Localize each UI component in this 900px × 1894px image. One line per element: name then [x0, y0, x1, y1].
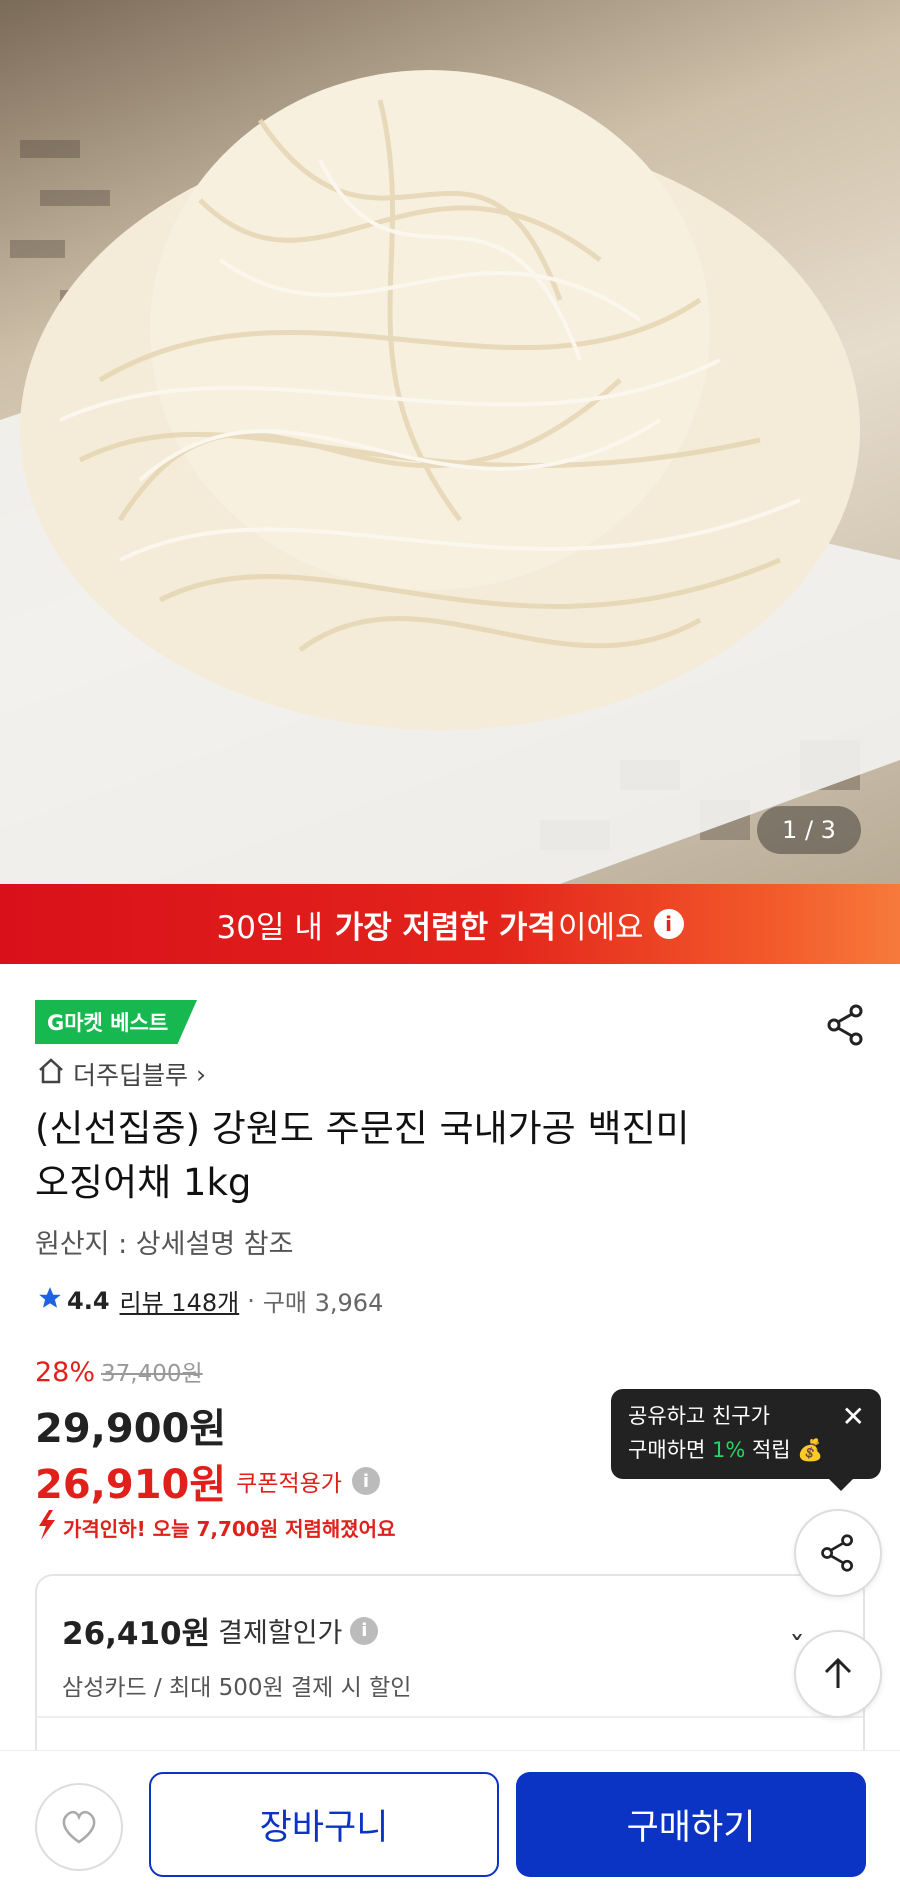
- promo-text-pre: 30일 내: [216, 909, 333, 946]
- product-title: (신선집중) 강원도 주문진 국내가공 백진미 오징어채 1kg: [35, 1102, 825, 1210]
- wishlist-button[interactable]: [35, 1783, 123, 1871]
- tooltip-line2-pre: 구매하면: [628, 1438, 712, 1462]
- lowest-price-banner[interactable]: 30일 내 가장 저렴한 가격 이에요 i: [0, 884, 900, 964]
- promo-text-post: 이에요: [557, 909, 644, 946]
- share-icon: [821, 1534, 853, 1572]
- coupon-price-row: 26,910원 쿠폰적용가 i: [35, 1452, 380, 1510]
- money-bag-icon: 💰: [797, 1438, 824, 1462]
- product-title-line1: (신선집중) 강원도 주문진 국내가공 백진미: [35, 1107, 690, 1150]
- tooltip-line2: 구매하면 1% 적립 💰: [628, 1433, 881, 1467]
- chevron-right-icon: ›: [196, 1059, 207, 1089]
- dried-squid-illustration: [0, 70, 900, 884]
- store-link[interactable]: 더주딥블루 ›: [37, 1056, 206, 1092]
- store-name: 더주딥블루: [73, 1061, 189, 1090]
- discount-row: 28% 37,400원: [35, 1354, 203, 1388]
- price-drop-notice: 가격인하! 오늘 7,700원 저렴해졌어요: [35, 1510, 395, 1545]
- coupon-label: 쿠폰적용가: [236, 1471, 342, 1497]
- tooltip-percent: 1%: [711, 1438, 746, 1462]
- sale-price: 29,900원: [35, 1406, 227, 1452]
- heart-icon: [62, 1810, 96, 1844]
- price-drop-text: 가격인하! 오늘 7,700원 저렴해졌어요: [63, 1517, 396, 1541]
- coupon-price: 26,910원: [35, 1462, 227, 1508]
- down-arrow-icon: [35, 1510, 57, 1545]
- rating-row: 4.4 리뷰 148개 · 구매 3,964: [37, 1283, 383, 1318]
- bottom-action-bar: 장바구니 구매하기: [0, 1750, 900, 1894]
- buy-now-button[interactable]: 구매하기: [516, 1772, 866, 1877]
- card-discount-detail: 삼성카드 / 최대 500원 결제 시 할인: [62, 1675, 412, 1701]
- image-counter: 1 / 3: [757, 806, 861, 854]
- product-title-line2: 오징어채 1kg: [35, 1161, 252, 1204]
- payment-price: 26,410원: [62, 1616, 211, 1652]
- share-icon[interactable]: [826, 1003, 866, 1047]
- share-reward-tooltip: 공유하고 친구가 구매하면 1% 적립 💰 ✕: [611, 1389, 881, 1491]
- add-to-cart-button[interactable]: 장바구니: [149, 1772, 499, 1877]
- gmarket-best-badge: G마켓 베스트: [35, 1000, 197, 1044]
- info-icon[interactable]: i: [351, 1467, 380, 1495]
- payment-label: 결제할인가: [218, 1618, 343, 1649]
- scroll-to-top-button[interactable]: [794, 1630, 882, 1718]
- divider: [37, 1716, 863, 1718]
- separator-dot: ·: [247, 1286, 255, 1315]
- home-icon: [37, 1058, 65, 1090]
- product-image[interactable]: 1 / 3: [0, 0, 900, 884]
- floating-share-button[interactable]: [794, 1509, 882, 1597]
- rating-score: 4.4: [67, 1286, 110, 1315]
- original-price: 37,400원: [101, 1361, 203, 1387]
- info-icon[interactable]: i: [350, 1616, 379, 1645]
- promo-text-strong: 가장 저렴한 가격: [334, 909, 556, 946]
- info-icon[interactable]: i: [653, 909, 684, 939]
- discount-rate: 28%: [35, 1357, 96, 1388]
- purchase-count: 구매 3,964: [262, 1289, 384, 1317]
- tooltip-line2-post: 적립: [745, 1438, 791, 1462]
- close-icon[interactable]: ✕: [842, 1403, 865, 1431]
- arrow-up-icon: [824, 1657, 852, 1688]
- payment-price-row: 26,410원 결제할인가 i: [62, 1608, 379, 1653]
- review-count-link[interactable]: 리뷰 148개: [120, 1283, 240, 1318]
- origin-info: 원산지 : 상세설명 참조: [35, 1229, 294, 1260]
- star-icon: [37, 1285, 63, 1317]
